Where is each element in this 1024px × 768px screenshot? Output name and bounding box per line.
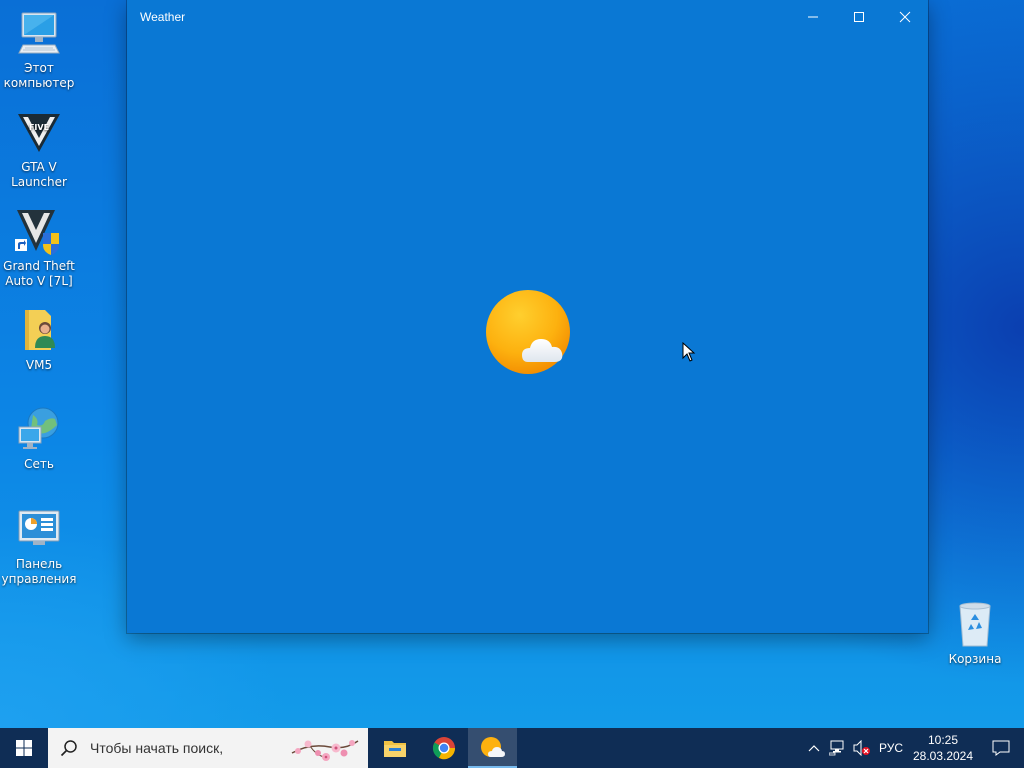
network-globe-icon — [15, 405, 63, 453]
search-box[interactable]: Чтобы начать поиск, — [48, 728, 368, 768]
action-center-button[interactable] — [978, 728, 1024, 768]
computer-icon — [15, 9, 63, 57]
taskbar-file-explorer[interactable] — [370, 728, 419, 768]
close-button[interactable] — [882, 0, 928, 33]
taskbar-weather[interactable] — [468, 728, 517, 768]
wired-network-icon — [829, 740, 844, 756]
user-folder-icon — [15, 306, 63, 354]
gta-v-shortcut-icon — [15, 207, 63, 255]
clock-time: 10:25 — [927, 733, 959, 747]
desktop-icon-recycle-bin[interactable]: Корзина — [937, 600, 1013, 667]
svg-text:FIVE: FIVE — [29, 123, 49, 132]
taskbar: Чтобы начать поиск, РУС 10:25 28.03.2024 — [0, 728, 1024, 768]
desktop-icon-label: Панель управления — [1, 557, 77, 586]
minimize-button[interactable] — [790, 0, 836, 33]
desktop-icon-gta-v[interactable]: Grand Theft Auto V [7L] — [1, 207, 77, 289]
file-explorer-icon — [383, 741, 406, 757]
desktop-icon-label: GTA V Launcher — [11, 160, 67, 189]
volume-muted-icon — [853, 740, 870, 756]
weather-window[interactable]: Weather — [127, 0, 928, 633]
volume-button[interactable] — [850, 728, 874, 768]
desktop-icon-control-panel[interactable]: Панель управления — [1, 505, 77, 587]
search-icon — [60, 740, 77, 757]
desktop-icon-gta-launcher[interactable]: FIVE GTA V Launcher — [1, 108, 77, 190]
desktop-icon-vm5[interactable]: VM5 — [1, 306, 77, 373]
desktop-icon-label: Корзина — [948, 652, 1002, 666]
clock-date: 28.03.2024 — [912, 749, 974, 763]
network-status-button[interactable] — [826, 728, 850, 768]
weather-sun-cloud-icon — [486, 290, 570, 374]
desktop-icon-label: Grand Theft Auto V [7L] — [3, 259, 75, 288]
windows-logo-icon — [16, 740, 32, 756]
maximize-button[interactable] — [836, 0, 882, 33]
chrome-icon — [432, 737, 455, 760]
close-icon — [899, 11, 911, 22]
taskbar-chrome[interactable] — [419, 728, 468, 768]
desktop-icon-label: Сеть — [24, 457, 54, 471]
desktop-icon-network[interactable]: Сеть — [1, 405, 77, 472]
gta-v-logo-icon: FIVE — [15, 108, 63, 156]
notification-icon — [992, 740, 1010, 756]
show-hidden-icons-button[interactable] — [802, 728, 826, 768]
system-tray: РУС 10:25 28.03.2024 — [802, 728, 1024, 768]
cherry-blossom-icon — [291, 740, 359, 761]
language-indicator[interactable]: РУС — [874, 728, 908, 768]
start-button[interactable] — [0, 728, 48, 768]
clock[interactable]: 10:25 28.03.2024 — [908, 728, 978, 768]
control-panel-icon — [15, 505, 63, 553]
search-placeholder: Чтобы начать поиск, — [90, 740, 224, 756]
window-titlebar[interactable]: Weather — [127, 0, 928, 33]
desktop-icon-label: Этот компьютер — [3, 61, 75, 90]
desktop-icon-this-pc[interactable]: Этот компьютер — [1, 9, 77, 91]
minimize-icon — [808, 16, 818, 17]
recycle-bin-icon — [951, 600, 999, 648]
desktop-icon-label: VM5 — [25, 358, 53, 372]
chevron-up-icon — [808, 745, 820, 752]
maximize-icon — [854, 11, 864, 22]
mouse-cursor-icon — [682, 342, 696, 362]
weather-app-icon — [480, 737, 505, 757]
weather-splash-logo — [484, 290, 578, 378]
window-title: Weather — [140, 9, 186, 24]
